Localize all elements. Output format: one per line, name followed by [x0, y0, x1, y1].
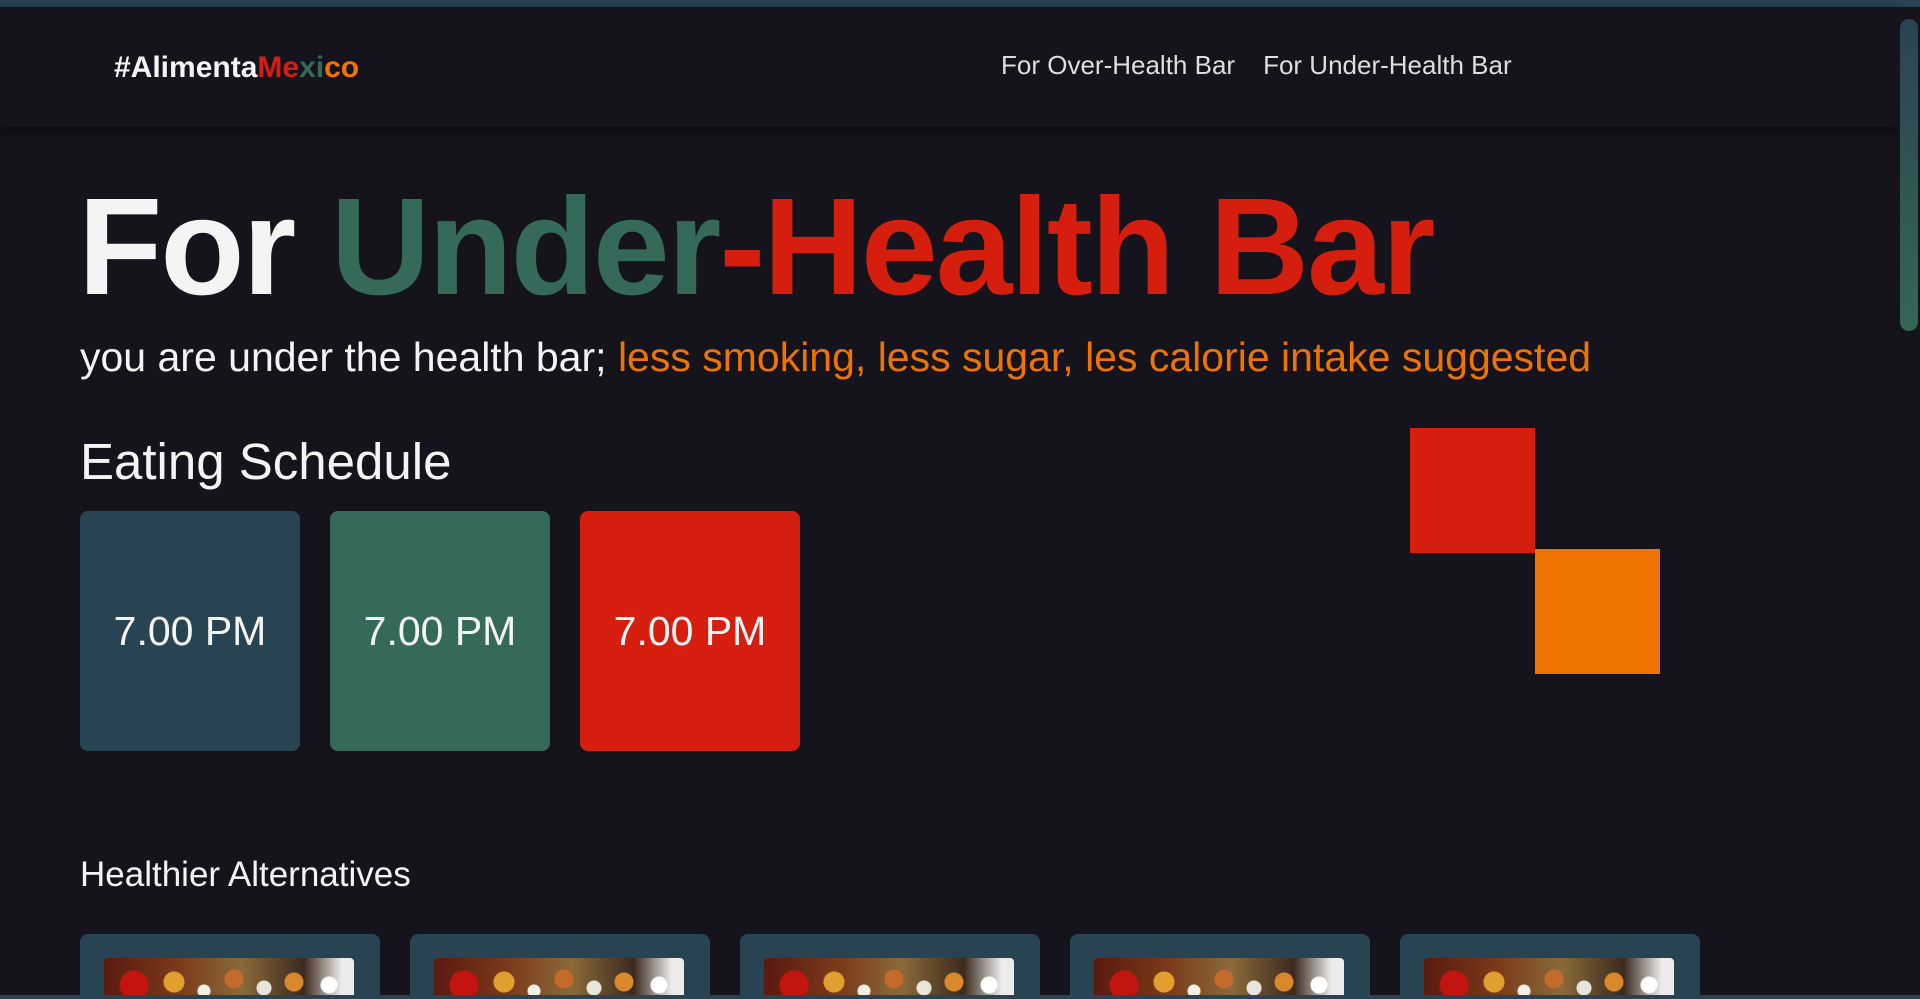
- schedule-card-2[interactable]: 7.00 PM: [330, 511, 550, 751]
- scrollbar-track[interactable]: [1898, 7, 1920, 995]
- alternative-card-3[interactable]: [740, 934, 1040, 999]
- logo-text-alimenta: #Alimenta: [114, 51, 258, 84]
- scrollbar-thumb[interactable]: [1900, 19, 1918, 331]
- alternative-card-2[interactable]: [410, 934, 710, 999]
- decorative-orange-square: [1535, 549, 1660, 674]
- logo-text-xi: xi: [299, 51, 325, 84]
- page-title: For Under-Health Bar: [78, 178, 1436, 316]
- navbar: #AlimentaMexico For Over-Health Bar For …: [0, 7, 1898, 127]
- title-health-bar: -Health Bar: [719, 170, 1435, 324]
- schedule-card-3[interactable]: 7.00 PM: [580, 511, 800, 751]
- page-subtitle: you are under the health bar; less smoki…: [80, 334, 1591, 381]
- alternative-card-5[interactable]: [1400, 934, 1700, 999]
- food-image: [1424, 958, 1674, 999]
- schedule-card-1[interactable]: 7.00 PM: [80, 511, 300, 751]
- eating-schedule-heading: Eating Schedule: [80, 433, 452, 490]
- page: #AlimentaMexico For Over-Health Bar For …: [0, 0, 1920, 999]
- logo-text-me: Me: [257, 51, 300, 84]
- decorative-red-square: [1410, 428, 1535, 553]
- logo-text-co: co: [324, 51, 360, 84]
- nav-link-over-health-bar[interactable]: For Over-Health Bar: [1001, 50, 1235, 81]
- alternative-card-1[interactable]: [80, 934, 380, 999]
- subtitle-intro: you are under the health bar;: [80, 334, 618, 380]
- nav-link-under-health-bar[interactable]: For Under-Health Bar: [1263, 50, 1512, 81]
- food-image: [1094, 958, 1344, 999]
- nav-links: For Over-Health Bar For Under-Health Bar: [1001, 50, 1512, 81]
- bottom-accent-strip: [0, 995, 1920, 999]
- schedule-time: 7.00 PM: [613, 607, 767, 654]
- title-under: Under: [330, 170, 722, 324]
- subtitle-suggestions: less smoking, less sugar, les calorie in…: [617, 334, 1592, 380]
- schedule-time: 7.00 PM: [113, 607, 267, 654]
- brand-logo[interactable]: #AlimentaMexico: [114, 51, 359, 85]
- food-image: [434, 958, 684, 999]
- top-accent-strip: [0, 0, 1920, 7]
- schedule-time: 7.00 PM: [363, 607, 517, 654]
- title-for: For: [78, 170, 331, 324]
- healthier-alternatives-heading: Healthier Alternatives: [80, 855, 411, 894]
- food-image: [104, 958, 354, 999]
- alternative-card-4[interactable]: [1070, 934, 1370, 999]
- food-image: [764, 958, 1014, 999]
